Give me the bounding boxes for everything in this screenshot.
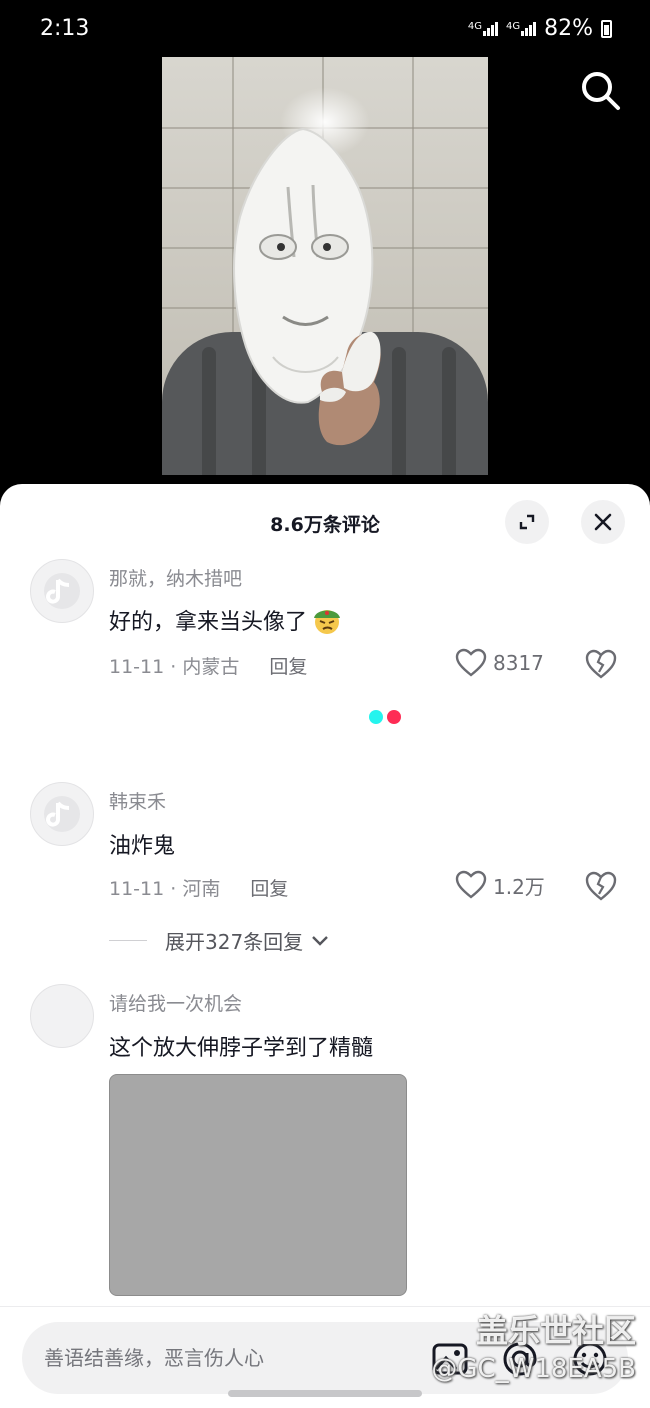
foam-hand: [318, 331, 381, 446]
default-avatar-icon: [44, 573, 80, 609]
comment-text-content: 好的，拿来当头像了: [109, 610, 308, 635]
comment-meta: 11-11 · 河南 回复: [109, 874, 288, 901]
loading-indicator: [369, 710, 401, 724]
comment-text: 好的，拿来当头像了: [109, 604, 343, 636]
expand-replies-button[interactable]: 展开327条回复: [109, 926, 329, 955]
status-time: 2:13: [40, 16, 90, 41]
battery-percent: 82%: [544, 16, 593, 41]
comment-username[interactable]: 那就，纳木措吧: [109, 564, 242, 591]
signal-icon-2: 4G: [505, 20, 537, 36]
like-button[interactable]: 8317: [455, 648, 544, 678]
default-avatar-icon: [44, 796, 80, 832]
close-icon: [594, 513, 612, 531]
image-picker-icon[interactable]: [430, 1339, 470, 1379]
dislike-broken-heart-icon[interactable]: [584, 870, 618, 902]
close-button[interactable]: [581, 500, 625, 544]
comment-date-location: 11-11 · 内蒙古: [109, 656, 240, 678]
comment-date-location: 11-11 · 河南: [109, 878, 221, 900]
signal-icon: 4G: [467, 20, 498, 36]
search-icon[interactable]: [578, 68, 622, 112]
emoji-soldier-icon: [314, 610, 341, 634]
comment-image-placeholder[interactable]: [109, 1074, 407, 1296]
comment-username[interactable]: 韩束禾: [109, 787, 166, 814]
network-type-1: 4G: [467, 20, 482, 32]
status-indicators: 4G 4G 82%: [468, 16, 612, 41]
comment-meta: 11-11 · 内蒙古 回复: [109, 652, 307, 679]
comments-sheet: 8.6万条评论 那就，纳木措吧 好的，拿来当头像了 11-11 · 内蒙古 回复…: [0, 484, 650, 1408]
comment-text: 这个放大伸脖子学到了精髓: [109, 1036, 374, 1061]
expand-fullscreen-button[interactable]: [505, 500, 549, 544]
expand-icon: [519, 514, 535, 530]
heart-icon: [455, 870, 487, 899]
like-count: 8317: [493, 651, 544, 675]
chevron-down-icon: [312, 935, 329, 946]
avatar[interactable]: [30, 559, 94, 623]
mention-at-icon[interactable]: [500, 1339, 540, 1379]
like-count: 1.2万: [493, 874, 545, 899]
status-bar: 2:13 4G 4G 82%: [0, 0, 650, 50]
network-type-2: 4G: [505, 20, 521, 32]
video-player[interactable]: [162, 57, 488, 475]
avatar[interactable]: [30, 782, 94, 846]
emoji-icon[interactable]: [570, 1339, 610, 1379]
like-button[interactable]: 1.2万: [455, 870, 545, 900]
home-indicator[interactable]: [228, 1390, 422, 1397]
dislike-broken-heart-icon[interactable]: [584, 648, 618, 680]
reply-button[interactable]: 回复: [269, 652, 307, 679]
comments-count-title: 8.6万条评论: [270, 514, 380, 536]
expand-divider-line: [109, 940, 147, 941]
comment-username[interactable]: 请给我一次机会: [109, 989, 242, 1016]
expand-replies-label: 展开327条回复: [165, 930, 304, 954]
heart-icon: [455, 648, 487, 677]
battery-icon: [601, 19, 612, 38]
avatar[interactable]: [30, 984, 94, 1048]
comment-text: 油炸鬼: [109, 834, 176, 859]
reply-button[interactable]: 回复: [250, 874, 288, 901]
